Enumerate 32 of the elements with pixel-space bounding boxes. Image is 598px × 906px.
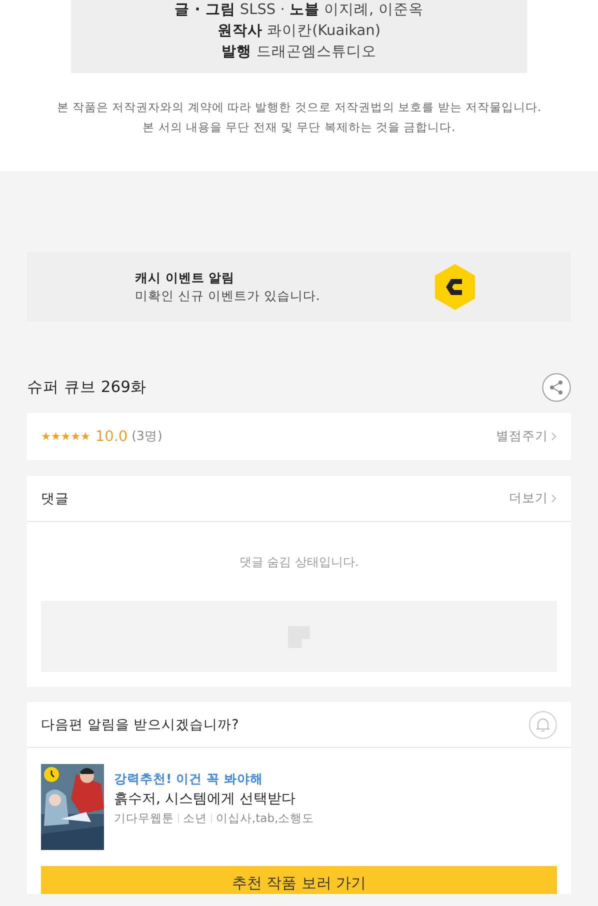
more-link[interactable]: 더보기 — [509, 490, 557, 507]
star-icon: ★ — [60, 430, 71, 443]
star-icon: ★ — [80, 430, 90, 443]
star-icon: ★ — [70, 430, 80, 443]
credit-line: 발행 드래곤엠스튜디오 — [222, 43, 376, 62]
alert-question: 다음편 알림을 받으시겠습니까? — [41, 716, 239, 734]
genre-tag: 이십사,tab,소행도 — [216, 810, 314, 827]
episode-title: 슈퍼 큐브 269화 — [27, 376, 146, 398]
credit-line: 글 · 그림 SLSS · 노블 이지례, 이준옥 — [174, 1, 424, 20]
event-message: 미확인 신규 이벤트가 있습니다. — [135, 287, 320, 305]
star-icon: ★ — [41, 430, 51, 443]
star-icon: ★ — [50, 430, 61, 443]
recommend-tagline: 강력추천! 이건 꼭 봐야해 — [114, 770, 264, 788]
share-icon[interactable] — [542, 372, 571, 402]
genre-tag: 소년 — [183, 810, 207, 827]
genre-tag: 기다무웹툰 — [114, 810, 174, 827]
copyright-text: 본 서의 내용을 무단 전재 및 무단 복제하는 것을 금합니다. — [142, 119, 456, 136]
credit-line: 원작사 콰이칸(Kuaikan) — [217, 22, 381, 41]
rating-score: 10.0 — [95, 428, 128, 444]
event-banner[interactable]: 캐시 이벤트 알림 미확인 신규 이벤트가 있습니다. — [27, 252, 571, 322]
coin-icon — [432, 263, 477, 311]
recommend-button[interactable]: 추천 작품 보러 가기 — [41, 866, 557, 894]
comic-title: 흙수저, 시스템에게 선택받다 — [114, 790, 296, 809]
chevron-icon — [551, 494, 557, 503]
bell-icon[interactable] — [529, 710, 557, 738]
comments-title: 댓글 — [41, 490, 69, 508]
event-title: 캐시 이벤트 알림 — [135, 269, 236, 287]
rate-link[interactable]: 별점주기 — [496, 428, 557, 445]
hidden-status: 댓글 숨김 상태입니다. — [239, 555, 359, 569]
copyright-text: 본 작품은 저작권자와의 계약에 따라 발행한 것으로 저작권법의 보호를 받는 저작물입니다. — [56, 99, 542, 116]
rating-count: (3명) — [132, 428, 162, 445]
chevron-icon — [551, 432, 557, 441]
